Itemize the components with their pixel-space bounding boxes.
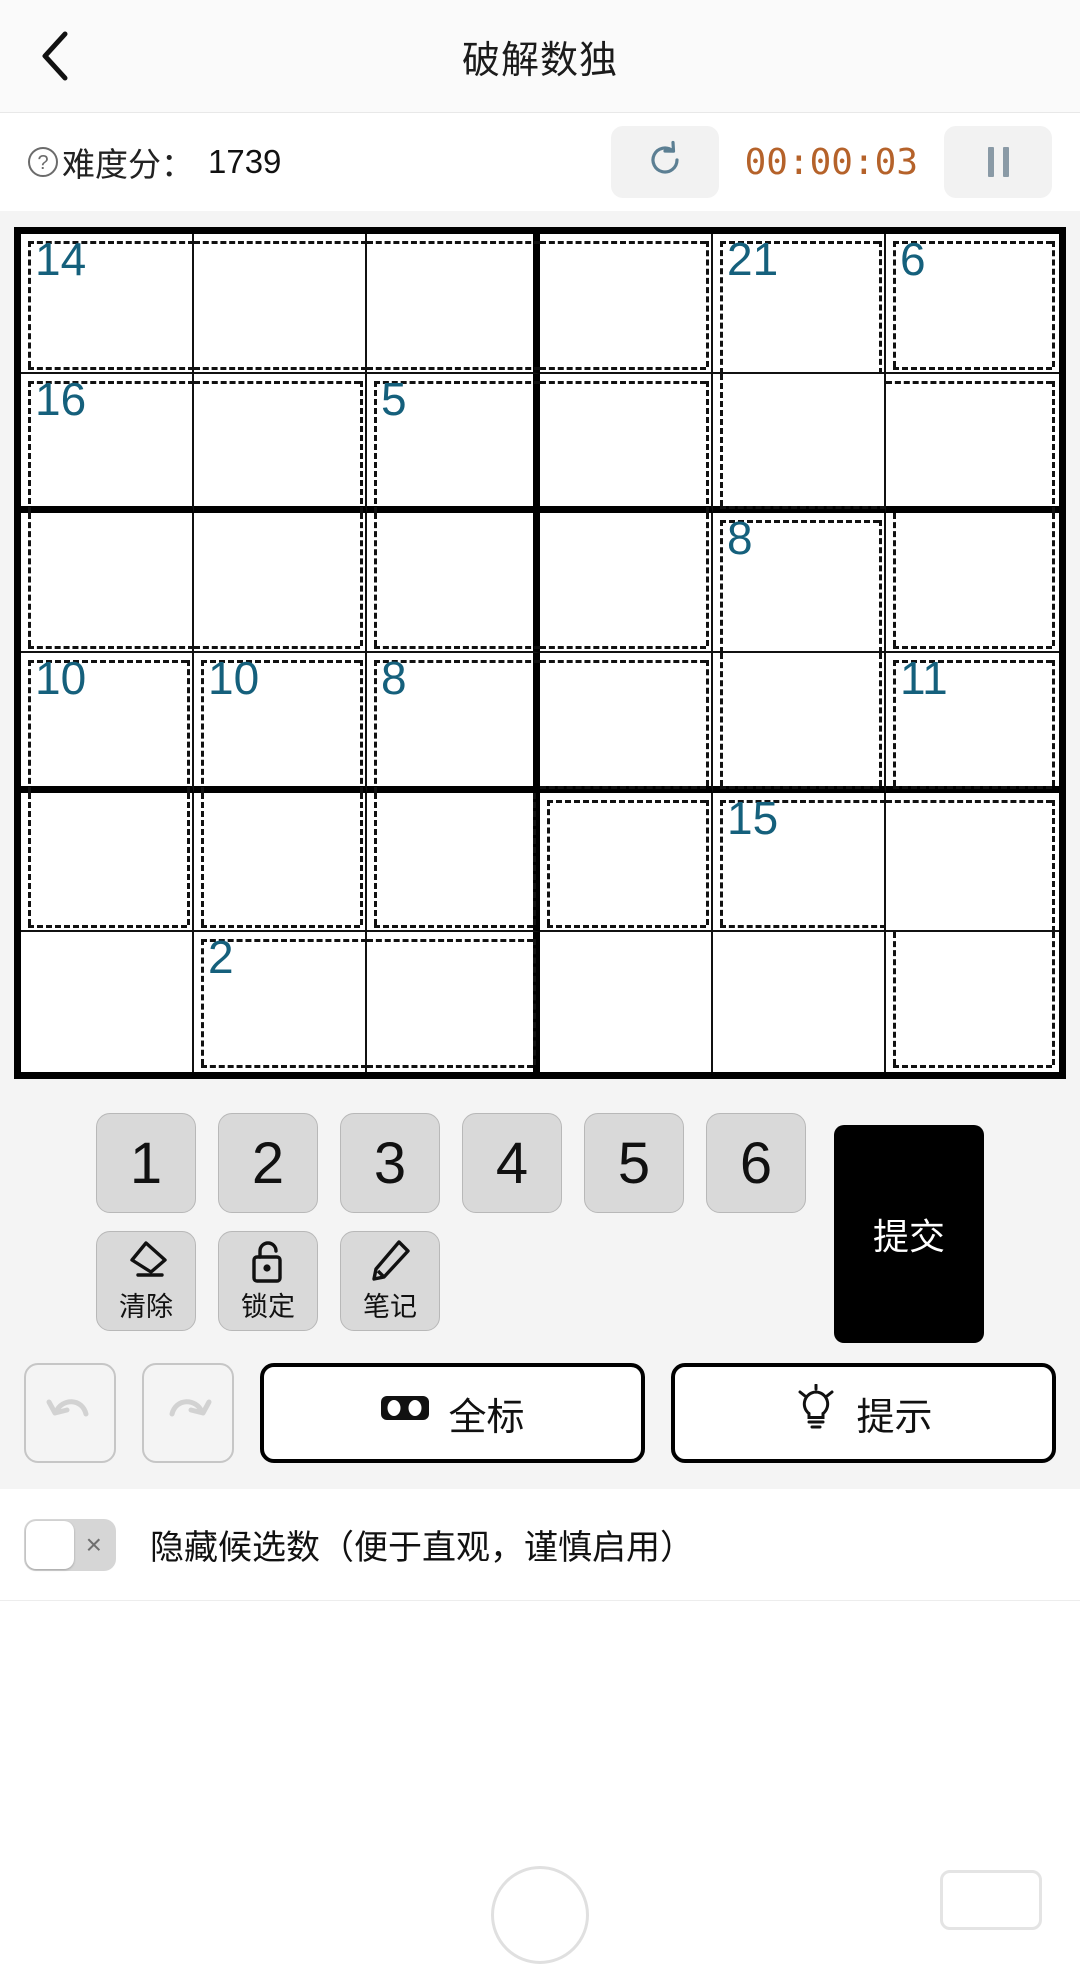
timer-display: 00:00:03 [744, 141, 918, 183]
refresh-button[interactable] [610, 126, 719, 198]
number-key-5[interactable]: 5 [584, 1113, 684, 1213]
cage-sum-label: 11 [900, 652, 948, 704]
mark-all-label: 全标 [448, 1396, 525, 1439]
grid-cell[interactable] [194, 513, 367, 653]
grid-cell[interactable] [713, 373, 886, 514]
hide-candidates-row: × 隐藏候选数（便于直观，谨慎启用） [0, 1489, 1080, 1601]
grid-cell[interactable] [540, 234, 713, 374]
grid-cell[interactable] [367, 932, 540, 1072]
grid-cell[interactable] [21, 932, 194, 1072]
grid-cell[interactable] [540, 792, 713, 933]
pause-icon [987, 147, 1009, 177]
goggles-icon [380, 1391, 430, 1435]
cage-sum-label: 10 [35, 652, 87, 704]
refresh-icon [644, 139, 686, 186]
undo-button[interactable] [24, 1363, 116, 1463]
number-key-3[interactable]: 3 [340, 1113, 440, 1213]
grid-cell[interactable] [713, 932, 886, 1072]
lock-icon [248, 1239, 288, 1283]
pause-button[interactable] [944, 126, 1052, 198]
tool-label: 清除 [119, 1291, 173, 1322]
grid-cell[interactable] [540, 373, 713, 514]
grid-cell[interactable] [886, 513, 1059, 653]
keypad-area: 123456 清除 锁定 笔记 提交 [0, 1095, 1080, 1343]
difficulty-value: 1739 [208, 143, 282, 180]
number-key-4[interactable]: 4 [462, 1113, 562, 1213]
pencil-icon [368, 1239, 412, 1283]
back-button[interactable] [0, 0, 110, 112]
tool-label: 笔记 [363, 1291, 417, 1322]
grid-cell[interactable] [886, 932, 1059, 1072]
number-key-6[interactable]: 6 [706, 1113, 806, 1213]
chevron-left-icon [37, 28, 73, 84]
cage-sum-label: 10 [208, 652, 260, 704]
hint-label: 提示 [856, 1396, 933, 1439]
redo-icon [162, 1388, 214, 1439]
cage-sum-label: 5 [381, 372, 407, 425]
home-circle[interactable] [491, 1866, 589, 1964]
grid-cell[interactable] [886, 792, 1059, 933]
notes-button[interactable]: 笔记 [340, 1231, 440, 1331]
number-key-2[interactable]: 2 [218, 1113, 318, 1213]
hide-candidates-label: 隐藏候选数（便于直观，谨慎启用） [150, 1529, 694, 1567]
cage-sum-label: 8 [381, 652, 407, 704]
grid-cell[interactable] [540, 513, 713, 653]
cage-sum-label: 14 [35, 233, 87, 285]
hint-button[interactable]: 提示 [671, 1363, 1056, 1463]
undo-icon [44, 1388, 96, 1439]
tool-label: 锁定 [241, 1291, 295, 1322]
grid-cell[interactable] [194, 792, 367, 933]
submit-button[interactable]: 提交 [834, 1125, 984, 1343]
grid-cell[interactable] [367, 234, 540, 374]
cage-sum-label: 2 [208, 931, 234, 984]
difficulty-display: ? 难度分： 1739 [28, 138, 281, 186]
number-key-row: 123456 [96, 1113, 816, 1213]
board-area: 14 21 6 16 5 8 10 10 8 15 11 2 [0, 211, 1080, 1095]
grid-cell[interactable] [194, 373, 367, 514]
app-header: 破解数独 [0, 0, 1080, 113]
sudoku-board[interactable]: 14 21 6 16 5 8 10 10 8 15 11 2 [14, 227, 1066, 1079]
keypad-rows: 123456 清除 锁定 笔记 [96, 1113, 816, 1331]
lightbulb-icon [794, 1383, 838, 1442]
submit-label: 提交 [872, 1216, 945, 1257]
grid-cell[interactable] [21, 792, 194, 933]
toggle-state-mark: × [85, 1528, 102, 1560]
difficulty-label: 难度分： [62, 146, 194, 183]
mark-all-button[interactable]: 全标 [260, 1363, 645, 1463]
number-key-1[interactable]: 1 [96, 1113, 196, 1213]
eraser-icon [123, 1239, 169, 1283]
hide-candidates-toggle[interactable]: × [24, 1518, 116, 1571]
cage-sum-label: 8 [727, 512, 753, 565]
question-circle-icon[interactable]: ? [28, 147, 58, 177]
bottom-right-box[interactable] [940, 1870, 1042, 1930]
tool-key-row: 清除 锁定 笔记 [96, 1231, 816, 1331]
redo-button[interactable] [142, 1363, 234, 1463]
grid-cell[interactable] [367, 513, 540, 653]
action-row: 全标 提示 [0, 1341, 1080, 1489]
grid-cell[interactable] [21, 513, 194, 653]
page-title: 破解数独 [461, 39, 618, 82]
lock-button[interactable]: 锁定 [218, 1231, 318, 1331]
grid-cell[interactable] [886, 373, 1059, 514]
grid-cell[interactable] [367, 792, 540, 933]
clear-button[interactable]: 清除 [96, 1231, 196, 1331]
cage-sum-label: 15 [727, 791, 779, 844]
cage-sum-label: 16 [35, 372, 87, 425]
grid-cell[interactable] [713, 653, 886, 793]
grid-cell[interactable] [540, 932, 713, 1072]
info-bar: ? 难度分： 1739 00:00:03 [0, 113, 1080, 211]
cage-sum-label: 6 [900, 233, 926, 285]
grid-cell[interactable] [540, 653, 713, 793]
toggle-knob [26, 1520, 74, 1569]
grid-cell[interactable] [194, 234, 367, 374]
bottom-stub [0, 1844, 1080, 1964]
cage-sum-label: 21 [727, 233, 779, 285]
